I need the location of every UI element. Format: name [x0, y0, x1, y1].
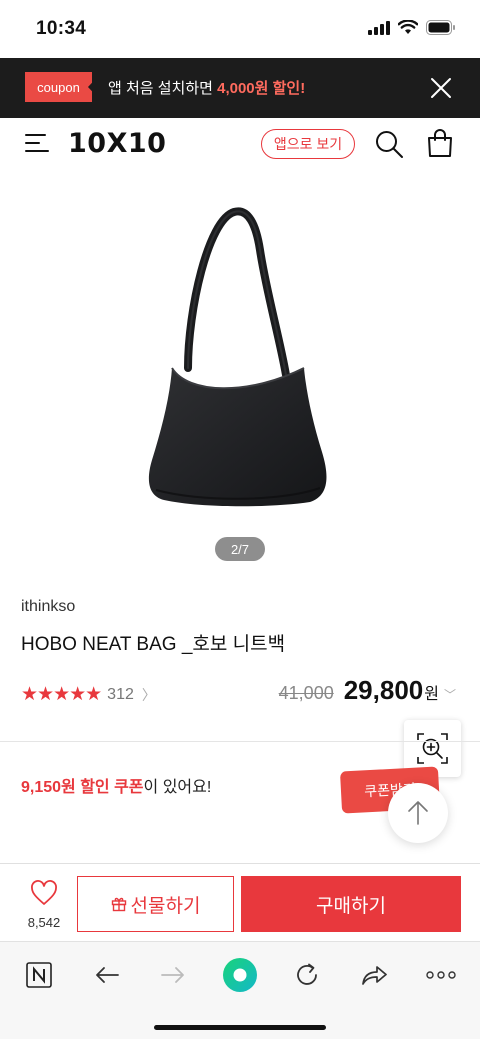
- sale-price: 29,800: [343, 675, 424, 705]
- share-button[interactable]: [357, 958, 391, 992]
- green-dot-icon: [223, 958, 257, 992]
- gift-label: 선물하기: [130, 895, 201, 917]
- open-app-button[interactable]: 앱으로 보기: [261, 129, 355, 159]
- wishlist-count: 8,542: [27, 915, 61, 930]
- close-icon[interactable]: [428, 75, 454, 101]
- currency-unit: 원: [424, 686, 439, 703]
- arrow-up-icon: [408, 801, 428, 825]
- image-pager: 2/7: [215, 537, 265, 561]
- search-icon[interactable]: [374, 129, 404, 159]
- battery-icon: [426, 20, 455, 35]
- more-button[interactable]: [424, 958, 458, 992]
- naver-n-icon: [26, 962, 52, 988]
- arrow-right-icon: [161, 967, 184, 983]
- gift-icon: [111, 897, 126, 912]
- review-count: 312: [107, 685, 134, 703]
- signal-icon: [368, 20, 390, 35]
- share-icon: [362, 966, 387, 985]
- status-icons: [368, 20, 456, 35]
- app-install-banner[interactable]: coupon 앱 처음 설치하면 4,000원 할인!: [0, 58, 480, 118]
- heart-icon: [31, 880, 57, 905]
- browser-toolbar: [0, 941, 480, 1039]
- price-block[interactable]: 41,000 29,800 원 ﹀: [279, 675, 456, 706]
- chevron-right-icon: 〉: [141, 686, 156, 703]
- wishlist-button[interactable]: 8,542: [25, 880, 63, 930]
- original-price: 41,000: [278, 683, 334, 703]
- status-time: 10:34: [36, 18, 87, 39]
- refresh-icon: [297, 963, 317, 985]
- coupon-suffix: 이 있어요!: [143, 779, 212, 796]
- product-rating[interactable]: ★★★★★ 312 〉: [21, 683, 156, 706]
- banner-discount: 4,000원 할인!: [217, 80, 306, 97]
- shopping-bag-icon[interactable]: [426, 128, 454, 158]
- section-divider: [0, 741, 480, 742]
- refresh-button[interactable]: [290, 958, 324, 992]
- site-header: 10X10 앱으로 보기: [0, 118, 480, 170]
- arrow-left-icon: [96, 967, 119, 983]
- status-bar: 10:34: [0, 0, 480, 58]
- back-button[interactable]: [90, 958, 124, 992]
- banner-message: 앱 처음 설치하면 4,000원 할인!: [108, 77, 305, 98]
- product-brand[interactable]: ithinkso: [21, 598, 75, 616]
- menu-icon[interactable]: [25, 130, 49, 156]
- more-icon: [426, 971, 456, 979]
- coupon-amount: 9,150원 할인 쿠폰: [21, 779, 144, 796]
- product-title: HOBO NEAT BAG _호보 니트백: [21, 634, 286, 655]
- product-image[interactable]: [130, 190, 350, 520]
- gift-button[interactable]: 선물하기: [77, 876, 234, 932]
- rating-stars: ★★★★★: [21, 684, 102, 705]
- wifi-icon: [398, 20, 418, 34]
- site-logo[interactable]: 10X10: [68, 128, 166, 159]
- forward-button[interactable]: [156, 958, 190, 992]
- coupon-tag: coupon: [25, 72, 92, 102]
- purchase-action-bar: 8,542 선물하기 구매하기: [0, 863, 480, 941]
- naver-home-button[interactable]: [22, 958, 56, 992]
- chevron-down-icon: ﹀: [443, 688, 456, 702]
- home-indicator[interactable]: [154, 1025, 326, 1030]
- banner-message-text: 앱 처음 설치하면: [108, 80, 218, 97]
- buy-button[interactable]: 구매하기: [241, 876, 461, 932]
- scroll-top-button[interactable]: [388, 783, 448, 843]
- green-dot-button[interactable]: [222, 952, 258, 998]
- coupon-notice: 9,150원 할인 쿠폰이 있어요!: [21, 773, 211, 797]
